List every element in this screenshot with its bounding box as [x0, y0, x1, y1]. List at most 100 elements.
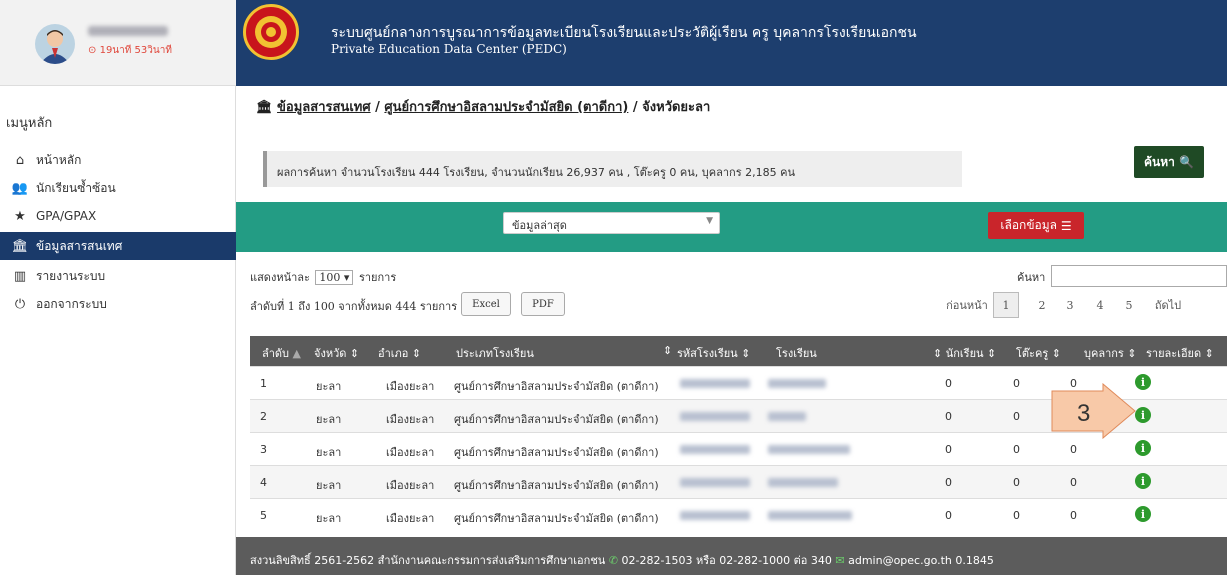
col-district-label: อำเภอ	[378, 347, 409, 360]
user-profile: ⊙ 19นาที 53วินาที	[0, 0, 236, 86]
breadcrumb-link-information[interactable]: ข้อมูลสารสนเทศ	[277, 100, 371, 115]
menu-item-label: รายงานระบบ	[36, 268, 106, 283]
excel-export-button[interactable]: Excel	[461, 292, 511, 316]
menu-item-home[interactable]: ⌂ หน้าหลัก	[0, 146, 236, 174]
redacted-school-name	[768, 379, 826, 388]
footer-email[interactable]: admin@opec.go.th 0.1845	[848, 554, 994, 567]
cell-province: ยะลา	[316, 479, 342, 492]
pagination-page-3[interactable]: 3	[1060, 292, 1080, 318]
select-data-button[interactable]: เลือกข้อมูล ☰	[988, 212, 1084, 239]
info-icon[interactable]: i	[1135, 374, 1151, 390]
cell-school-type: ศูนย์การศึกษาอิสลามประจำมัสยิด (ตาดีกา)	[454, 512, 659, 525]
col-type-label: ประเภทโรงเรียน	[456, 347, 534, 360]
col-header-students[interactable]: ⇕ นักเรียน ⇕	[933, 344, 996, 362]
cell-teachers: 0	[1013, 443, 1020, 456]
cell-no: 1	[260, 377, 267, 390]
cell-district: เมืองยะลา	[386, 446, 435, 459]
cell-staff: 0	[1070, 509, 1077, 522]
menu-item-label: นักเรียนซ้ำซ้อน	[36, 180, 116, 195]
menu-item-gpa[interactable]: ★ GPA/GPAX	[0, 202, 236, 230]
institution-icon: 🏛	[11, 238, 29, 254]
home-icon: ⌂	[15, 152, 25, 168]
pagination-page-4[interactable]: 4	[1090, 292, 1110, 318]
menu-item-reports[interactable]: ▥ รายงานระบบ	[0, 262, 236, 290]
col-header-school-type[interactable]: ประเภทโรงเรียน	[456, 344, 534, 362]
sort-icon: ⇕	[663, 344, 673, 357]
info-icon[interactable]: i	[1135, 407, 1151, 423]
page-length-select[interactable]: 100 ▾	[315, 270, 354, 285]
col-header-staff[interactable]: บุคลากร ⇕	[1084, 344, 1137, 362]
cell-province: ยะลา	[316, 446, 342, 459]
search-result-summary: ผลการค้นหา จำนวนโรงเรียน 444 โรงเรียน, จ…	[263, 151, 962, 187]
info-icon[interactable]: i	[1135, 506, 1151, 522]
users-icon: 👥	[11, 180, 29, 196]
col-header-details[interactable]: รายละเอียด ⇕	[1146, 344, 1214, 362]
search-button-label: ค้นหา	[1143, 154, 1175, 169]
cell-students: 0	[945, 410, 952, 423]
step-callout-arrow: 3	[1051, 382, 1137, 440]
col-header-teachers[interactable]: โต๊ะครู ⇕	[1016, 344, 1061, 362]
table-header: ลำดับ ▲ จังหวัด ⇕ อำเภอ ⇕ ประเภทโรงเรียน…	[250, 336, 1227, 366]
redacted-school-code	[680, 445, 750, 454]
search-icon: 🔍	[1179, 155, 1195, 169]
cell-district: เมืองยะลา	[386, 413, 435, 426]
redacted-school-name	[768, 478, 838, 487]
cell-no: 2	[260, 410, 267, 423]
breadcrumb-current: / จังหวัดยะลา	[628, 100, 711, 115]
col-teachers-label: โต๊ะครู	[1016, 347, 1049, 360]
redacted-school-name	[768, 511, 852, 520]
cell-no: 3	[260, 443, 267, 456]
pagination-previous[interactable]: ก่อนหน้า	[946, 292, 988, 318]
menu-item-logout[interactable]: ⏻ ออกจากระบบ	[0, 290, 236, 318]
cell-district: เมืองยะลา	[386, 512, 435, 525]
cell-students: 0	[945, 509, 952, 522]
data-version-select[interactable]: ข้อมูลล่าสุด ▼	[503, 212, 720, 234]
redacted-school-code	[680, 412, 750, 421]
cell-students: 0	[945, 443, 952, 456]
page-length-control: แสดงหน้าละ 100 ▾ รายการ	[250, 268, 396, 286]
info-icon[interactable]: i	[1135, 473, 1151, 489]
chevron-down-icon: ▼	[706, 216, 713, 226]
menu-title: เมนูหลัก	[6, 116, 53, 131]
cell-province: ยะลา	[316, 413, 342, 426]
menu-item-information[interactable]: 🏛 ข้อมูลสารสนเทศ	[0, 232, 236, 260]
pagination-next[interactable]: ถัดไป	[1148, 292, 1188, 318]
cell-no: 5	[260, 509, 267, 522]
search-button[interactable]: ค้นหา 🔍	[1134, 146, 1204, 178]
table-search-input[interactable]	[1051, 265, 1227, 287]
app-subtitle: Private Education Data Center (PEDC)	[331, 42, 567, 56]
redacted-school-name	[768, 445, 850, 454]
phone-icon: ✆	[608, 554, 619, 567]
col-header-district[interactable]: อำเภอ ⇕	[378, 344, 421, 362]
col-header-province[interactable]: จังหวัด ⇕	[314, 344, 359, 362]
pagination-page-2[interactable]: 2	[1032, 292, 1052, 318]
page-length-prefix: แสดงหน้าละ	[250, 271, 310, 284]
breadcrumb-separator: /	[370, 100, 385, 115]
breadcrumb: 🏛 ข้อมูลสารสนเทศ / ศูนย์การศึกษาอิสลามปร…	[256, 96, 710, 117]
col-header-no[interactable]: ลำดับ ▲	[262, 344, 301, 362]
sort-asc-icon: ▲	[292, 347, 302, 360]
pagination-page-1[interactable]: 1	[993, 292, 1019, 318]
col-staff-label: บุคลากร	[1084, 347, 1124, 360]
redacted-school-code	[680, 511, 750, 520]
user-name-redacted	[88, 26, 168, 36]
menu-item-duplicate-students[interactable]: 👥 นักเรียนซ้ำซ้อน	[0, 174, 236, 202]
col-province-label: จังหวัด	[314, 347, 347, 360]
pagination-page-5[interactable]: 5	[1119, 292, 1139, 318]
power-icon: ⏻	[14, 296, 26, 312]
cell-school-type: ศูนย์การศึกษาอิสลามประจำมัสยิด (ตาดีกา)	[454, 380, 659, 393]
cell-students: 0	[945, 377, 952, 390]
menu-item-label: ออกจากระบบ	[36, 296, 107, 311]
col-header-school[interactable]: โรงเรียน	[776, 344, 817, 362]
breadcrumb-link-school-type[interactable]: ศูนย์การศึกษาอิสลามประจำมัสยิด (ตาดีกา)	[384, 100, 628, 115]
institution-icon: 🏛	[256, 100, 273, 115]
table-row: 4 ยะลา เมืองยะลา ศูนย์การศึกษาอิสลามประจ…	[250, 465, 1227, 498]
cell-staff: 0	[1070, 443, 1077, 456]
pdf-export-button[interactable]: PDF	[521, 292, 565, 316]
callout-number: 3	[1077, 400, 1090, 427]
info-icon[interactable]: i	[1135, 440, 1151, 456]
cell-no: 4	[260, 476, 267, 489]
cell-teachers: 0	[1013, 509, 1020, 522]
col-code-label: รหัสโรงเรียน	[677, 347, 738, 360]
col-header-school-code[interactable]: รหัสโรงเรียน ⇕	[677, 344, 750, 362]
